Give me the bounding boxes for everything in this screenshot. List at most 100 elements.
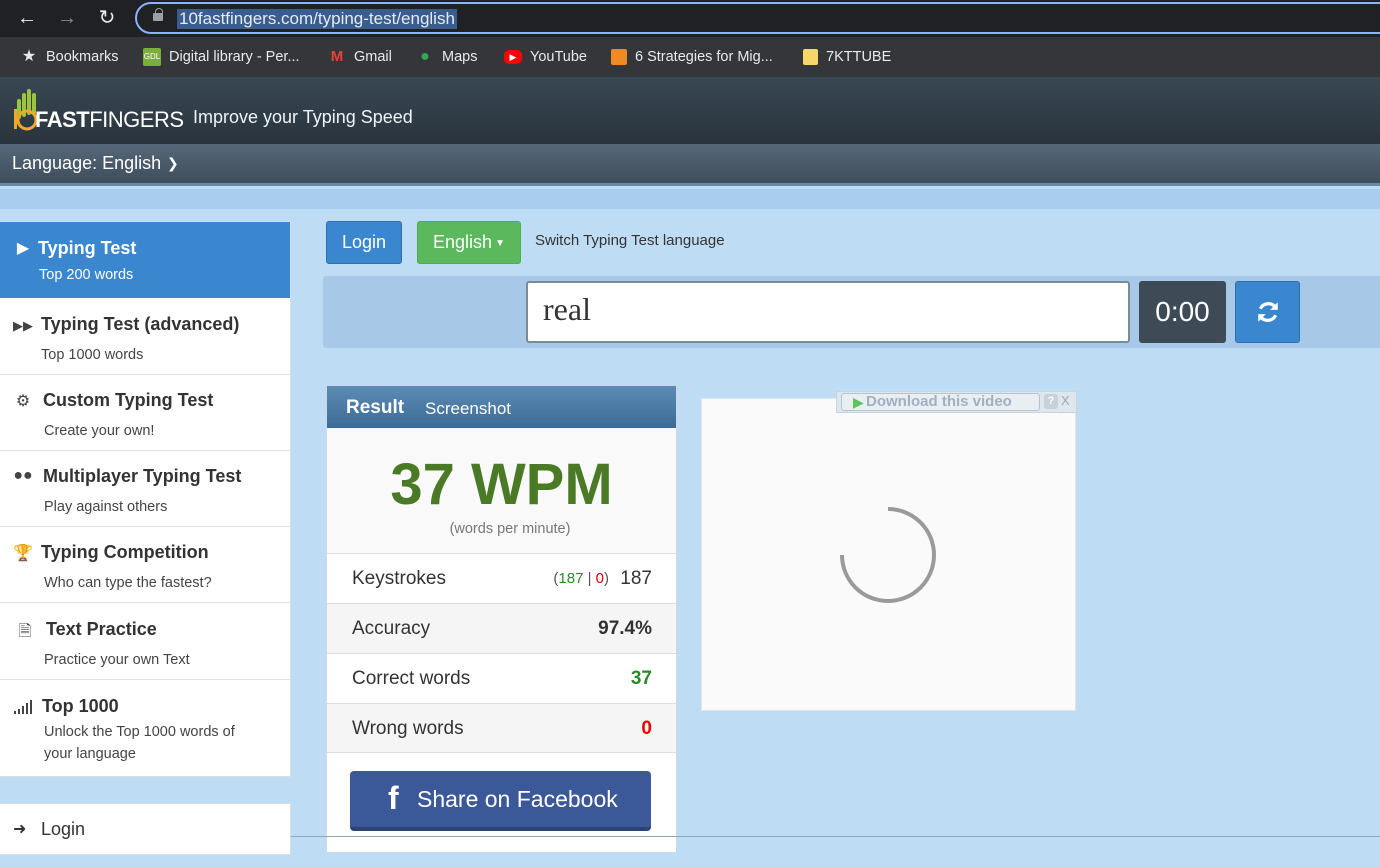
url-text[interactable]: 10fastfingers.com/typing-test/english [177,9,457,29]
sidebar-item-subtitle: Practice your own Text [44,652,190,668]
language-button-label: English [433,232,493,252]
star-icon: ★ [21,48,37,66]
download-video-button[interactable]: Download this video [841,393,1040,411]
wrong-words-label: Wrong words [352,718,464,739]
keystrokes-row: Keystrokes (187 | 0) 187 [327,553,676,603]
timer: 0:00 [1139,281,1226,343]
caret-down-icon: ▼ [495,237,505,249]
forward-arrow-icon[interactable]: → [54,5,80,31]
sidebar-item-typing-test-advanced[interactable]: ▶▶ Typing Test (advanced) Top 1000 words [0,299,290,375]
sidebar-login-label: Login [41,819,86,839]
language-selector[interactable]: Language: English [12,153,161,174]
sidebar-item-subtitle: Unlock the Top 1000 words of your langua… [44,724,235,762]
sidebar-item-title: Typing Competition [41,542,209,562]
help-icon[interactable]: ? [1044,394,1058,409]
sidebar-item-typing-test[interactable]: ▶ Typing Test Top 200 words [0,222,290,298]
switch-language-label: Switch Typing Test language [535,232,725,249]
fast-forward-icon: ▶▶ [13,318,33,333]
sidebar-item-subtitle: Who can type the fastest? [44,575,212,591]
close-icon[interactable]: X [1061,393,1070,408]
screenshot-tab[interactable]: Screenshot [425,399,511,419]
bookmark-item[interactable]: M Gmail [328,47,392,67]
keystrokes-detail: (187 | 0) [553,570,609,587]
divider [291,836,1380,837]
sidebar-item-title: Top 1000 [42,696,119,716]
keystrokes-total: 187 [620,568,652,589]
bookmark-item[interactable]: ▶ YouTube [504,47,587,67]
sidebar-item-competition[interactable]: 🏆 Typing Competition Who can type the fa… [0,527,290,603]
sidebar-item-subtitle: Top 1000 words [41,347,144,363]
accuracy-row: Accuracy 97.4% [327,603,676,653]
correct-words-value: 37 [630,668,652,689]
sidebar-item-title: Typing Test [38,238,137,258]
language-bar: Language: English ❯ [0,144,1380,186]
restart-button[interactable] [1235,281,1300,343]
bookmark-item[interactable]: ● Maps [416,47,477,67]
result-header: Result Screenshot [327,386,676,428]
gdl-icon: GDL [143,48,161,67]
bookmark-label: YouTube [530,49,587,65]
bookmark-label: Digital library - Per... [169,49,300,65]
chevron-down-icon[interactable]: ❯ [167,155,179,172]
sidebar-item-multiplayer[interactable]: ●● Multiplayer Typing Test Play against … [0,451,290,527]
result-panel: Result Screenshot 37 WPM (words per minu… [326,385,677,852]
maps-icon: ● [420,48,430,66]
accuracy-label: Accuracy [352,618,431,639]
bookmark-item[interactable]: 7KTTUBE [803,47,891,67]
youtube-icon: ▶ [504,50,522,65]
wpm-value: 37 WPM [390,452,613,517]
typing-input[interactable]: real [526,281,1130,343]
sidebar-item-subtitle: Top 200 words [39,267,134,283]
play-icon: ▶ [16,240,30,257]
login-button[interactable]: Login [326,221,402,264]
loading-spinner-icon [840,507,936,603]
document-icon: 🗎 [18,623,32,640]
keystrokes-separator: | [583,570,596,587]
sidebar-item-title: Typing Test (advanced) [41,314,240,334]
wrong-words-row: Wrong words 0 [327,703,676,753]
play-icon: ▶ [853,394,864,410]
header-stripe [0,189,1380,209]
wrong-words-value: 0 [641,718,652,739]
facebook-icon: f [388,780,399,816]
browser-toolbar: ← → ↻ 10fastfingers.com/typing-test/engl… [0,0,1380,37]
sidebar-item-title: Multiplayer Typing Test [43,466,242,486]
back-arrow-icon[interactable]: ← [14,5,40,31]
sidebar-item-title: Custom Typing Test [43,390,214,410]
keystrokes-label: Keystrokes [352,568,446,589]
share-facebook-button[interactable]: f Share on Facebook [350,771,651,831]
bookmark-label: Maps [442,49,478,65]
keystrokes-correct: 187 [558,570,584,587]
correct-words-label: Correct words [352,668,471,689]
bookmark-label: Bookmarks [46,49,119,65]
bookmark-label: 6 Strategies for Mig... [635,49,773,65]
refresh-icon [1258,302,1278,322]
language-dropdown-button[interactable]: English ▼ [417,221,521,264]
sidebar-item-subtitle: Play against others [44,499,168,515]
result-tab[interactable]: Result [346,397,404,419]
reload-icon[interactable]: ↻ [94,5,120,31]
bookmark-item[interactable]: GDL Digital library - Per... [143,47,300,67]
folder-icon [803,49,818,66]
trophy-icon: 🏆 [13,545,33,562]
logo[interactable]: FASTFINGERS [13,87,184,132]
bookmark-label: Gmail [354,49,392,65]
sidebar-login[interactable]: ➜ Login [0,803,291,855]
address-bar[interactable]: 10fastfingers.com/typing-test/english [135,2,1380,34]
sidebar-item-top-1000[interactable]: Top 1000 Unlock the Top 1000 words of yo… [0,680,290,777]
correct-words-row: Correct words 37 [327,653,676,703]
bookmark-item[interactable]: ★ Bookmarks [20,47,119,67]
sidebar-item-text-practice[interactable]: 🗎 Text Practice Practice your own Text [0,604,290,680]
sidebar-item-custom-typing-test[interactable]: ⚙ Custom Typing Test Create your own! [0,375,290,451]
sign-in-icon: ➜ [13,821,27,838]
bookmarks-bar: ★ Bookmarks GDL Digital library - Per... M… [0,37,1380,77]
wpm-subtitle: (words per minute) [449,521,571,537]
keystrokes-wrong: 0 [595,570,604,587]
site-header: FASTFINGERS Improve your Typing Speed [0,77,1380,144]
sidebar: ▶ Typing Test Top 200 words ▶▶ Typing Te… [0,221,291,777]
lock-icon [153,8,163,21]
sidebar-item-subtitle: Create your own! [44,423,155,439]
gmail-icon: M [330,48,344,66]
users-icon: ●● [13,467,33,484]
bookmark-item[interactable]: 6 Strategies for Mig... [611,47,773,67]
